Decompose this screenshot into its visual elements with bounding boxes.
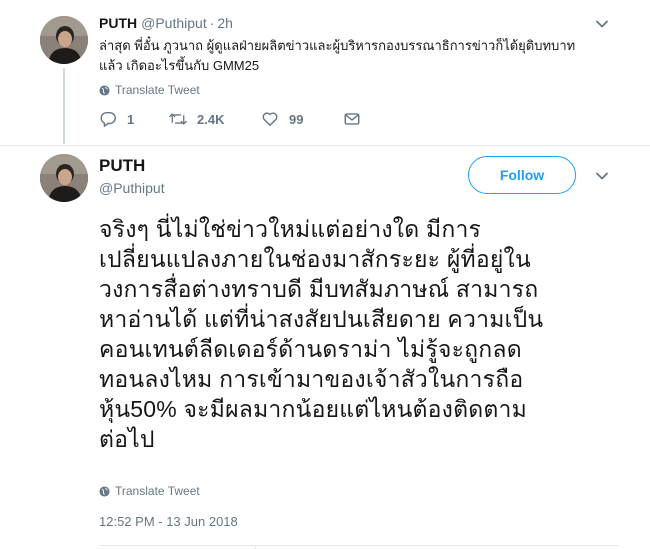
tweet-text-line: หุ้น50% จะมีผลมากน้อยแต่ไหนต้องติดตาม [99, 396, 527, 422]
heart-icon [262, 112, 278, 127]
parent-tweet[interactable]: PUTH @Puthiput · 2h ล่าสุด พี่อั๋น ภูวนาถ ผ… [0, 0, 650, 145]
tweet-text-line: ล่าสุด พี่อั๋น ภูวนาถ ผู้ดูแลฝ่ายผลิตข่า… [99, 38, 576, 53]
globe-icon [99, 485, 110, 497]
author-handle[interactable]: @Puthiput [141, 15, 207, 31]
translate-label[interactable]: Translate Tweet [115, 484, 200, 498]
tweet-text-line: แล้ว เกิดอะไรขึ้นกับ GMM25 [99, 58, 260, 73]
retweet-icon [169, 113, 187, 125]
globe-icon [99, 84, 110, 96]
chevron-down-icon[interactable] [592, 14, 612, 34]
translate-tweet-link[interactable]: Translate Tweet [99, 83, 200, 97]
like-button[interactable]: 99 [261, 110, 343, 128]
reply-count: 1 [127, 111, 135, 127]
tweet-timestamp[interactable]: 12:52 PM - 13 Jun 2018 [99, 514, 238, 529]
avatar[interactable] [40, 154, 88, 202]
like-count: 99 [289, 111, 304, 127]
author-name[interactable]: PUTH [99, 15, 137, 31]
tweet-time[interactable]: 2h [217, 15, 233, 31]
tweet-text: ล่าสุด พี่อั๋น ภูวนาถ ผู้ดูแลฝ่ายผลิตข่า… [99, 36, 589, 76]
retweet-button[interactable]: 2.4K [169, 110, 261, 128]
avatar[interactable] [40, 16, 88, 64]
tweet-divider [0, 145, 650, 146]
tweet-header: PUTH @Puthiput · 2h [99, 15, 233, 31]
thread-connector-line [63, 68, 65, 144]
tweet-text-line: จริงๆ นี่ไม่ใช่ข่าวใหม่แต่อย่างใด มีการ [99, 216, 482, 242]
translate-label[interactable]: Translate Tweet [115, 83, 200, 97]
author-name[interactable]: PUTH [99, 156, 145, 176]
tweet-text-line: คอนเทนต์ลีดเดอร์ด้านดราม่า ไม่รู้จะถูกลด [99, 336, 522, 362]
chevron-down-icon[interactable] [592, 166, 612, 186]
envelope-icon [344, 113, 360, 125]
tweet-actions: 1 2.4K 99 [99, 110, 361, 128]
tweet-text-line: วงการสื่อต่างทราบดี มีบทสัมภาษณ์ สามารถ [99, 276, 539, 302]
translate-tweet-link[interactable]: Translate Tweet [99, 484, 200, 498]
tweet-text-line: ต่อไป [99, 426, 155, 452]
stats-divider [99, 545, 619, 546]
tweet-text-line: หาอ่านได้ แต่ที่น่าสงสัยปนเสียดาย ความเป… [99, 306, 544, 332]
reply-button[interactable]: 1 [99, 110, 169, 128]
tweet-text: จริงๆ นี่ไม่ใช่ข่าวใหม่แต่อย่างใด มีการ … [99, 214, 619, 454]
retweet-count: 2.4K [197, 111, 225, 127]
author-handle[interactable]: @Puthiput [99, 180, 165, 196]
reply-icon [100, 111, 116, 127]
tweet-text-line: เปลี่ยนแปลงภายในช่องมาสักระยะ ผู้ที่อยู่… [99, 246, 531, 272]
separator-dot: · [209, 15, 215, 31]
tweet-text-line: ทอนลงไหม การเข้ามาของเจ้าสัวในการถือ [99, 366, 524, 392]
follow-button[interactable]: Follow [468, 156, 576, 194]
direct-message-button[interactable] [343, 110, 361, 128]
